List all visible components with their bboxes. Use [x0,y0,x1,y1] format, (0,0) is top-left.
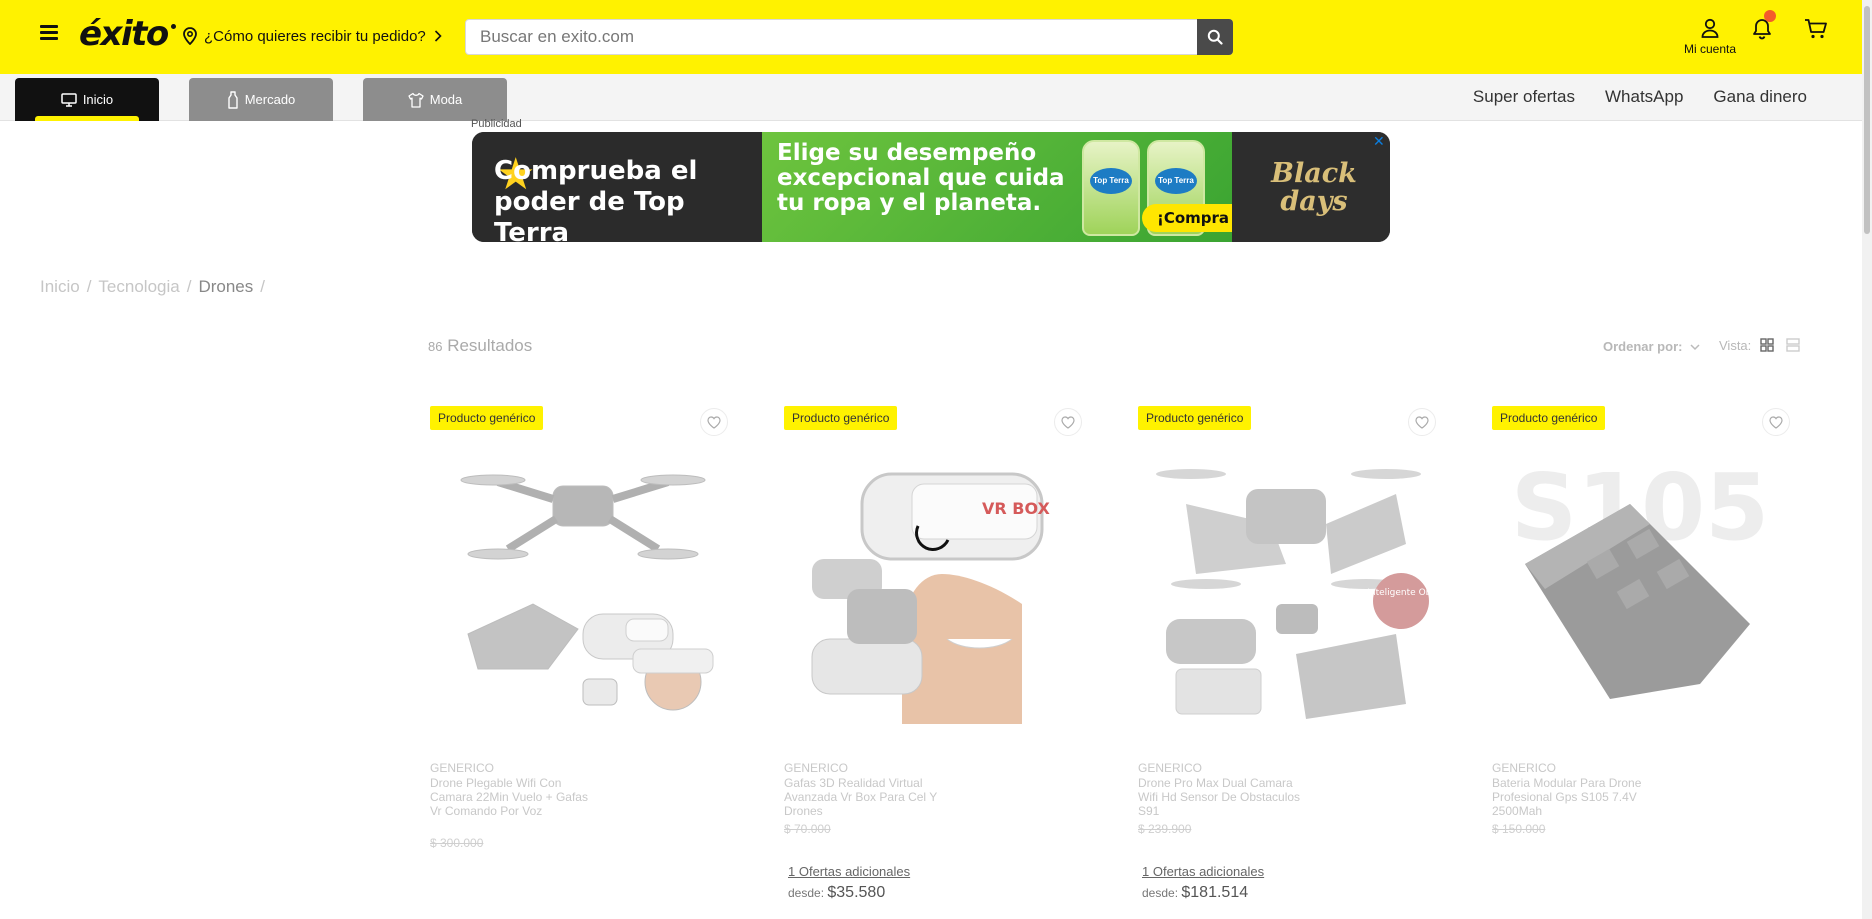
price-from-value: $35.580 [827,884,886,901]
ad-label: Publicidad [471,118,522,130]
price-from: desde: $35.580 [788,884,886,901]
product-card[interactable]: Producto genérico S105 GENERICO Bateria … [1490,404,1790,919]
account-button[interactable]: Mi cuenta [1680,18,1740,56]
tab-label: Inicio [82,92,114,107]
product-brand: GENERICO [784,761,849,775]
product-image[interactable] [438,454,728,724]
tab-label: Moda [429,92,463,107]
nav-link-super-ofertas[interactable]: Super ofertas [1473,87,1575,107]
product-image-text: VR BOX [982,499,1051,518]
delivery-selector[interactable]: ¿Cómo quieres recibir tu pedido? [182,27,448,45]
list-view-icon[interactable] [1786,338,1800,352]
chevron-right-icon [434,30,442,42]
ad-message: Elige su desempeño excepcional que cuida… [777,140,1065,216]
product-name[interactable]: Gafas 3D Realidad Virtual Avanzada Vr Bo… [784,776,954,818]
results-count: 86 Resultados [428,336,533,355]
product-badge: Producto genérico [430,406,544,430]
heart-icon [1769,415,1783,429]
product-image-badge-text: Sensor Inteligente Obstaculos [1334,588,1436,598]
product-old-price: $ 300.000 [430,836,484,850]
breadcrumb-item-tecnologia[interactable]: Tecnologia [98,277,179,296]
search-input[interactable] [466,20,1198,54]
favorite-button[interactable] [1762,408,1790,436]
logo-text: éxito [79,14,169,54]
product-badge: Producto genérico [1492,406,1606,430]
cart-button[interactable] [1804,18,1828,45]
location-pin-icon [183,27,197,45]
active-tab-indicator [35,116,139,121]
scrollbar-thumb[interactable] [1864,6,1870,234]
product-brand: GENERICO [430,761,495,775]
ad-campaign-text: Black days [1271,158,1357,217]
product-image[interactable]: Sensor Inteligente Obstaculos [1146,454,1436,724]
product-brand: GENERICO [1492,761,1557,775]
monitor-icon [61,92,77,107]
product-old-price: $ 70.000 [784,822,831,836]
product-card[interactable]: Producto genérico Sensor Inteligente Obs… [1136,404,1436,919]
tab-mercado[interactable]: Mercado [189,78,333,121]
nav-link-gana-dinero[interactable]: Gana dinero [1713,87,1807,107]
tab-label: Mercado [244,92,296,107]
tab-inicio[interactable]: Inicio [15,78,159,121]
price-from-value: $181.514 [1181,884,1249,901]
product-badge: Producto genérico [1138,406,1252,430]
product-image[interactable]: S105 [1500,454,1790,724]
grid-view-icon[interactable] [1760,338,1774,352]
ad-headline: Comprueba el poder de Top Terra [494,156,698,242]
heart-icon [1061,415,1075,429]
additional-offers-link[interactable]: 1 Ofertas adicionales [788,864,910,879]
ad-product-panel: Elige su desempeño excepcional que cuida… [762,132,1276,242]
favorite-button[interactable] [1408,408,1436,436]
nav-link-whatsapp[interactable]: WhatsApp [1605,87,1683,107]
user-icon [1701,18,1719,38]
detergent-bottle-image: Top Terra [1082,140,1140,236]
ad-banner[interactable]: ★ Comprueba el poder de Top Terra Elige … [472,132,1390,242]
sort-dropdown[interactable]: Ordenar por: [1603,339,1700,354]
menu-icon[interactable] [40,25,58,43]
chevron-down-icon [1690,344,1700,351]
price-from: desde: $181.514 [1142,884,1249,901]
favorite-button[interactable] [1054,408,1082,436]
product-brand: GENERICO [1138,761,1203,775]
favorite-button[interactable] [700,408,728,436]
search-bar [465,19,1233,55]
product-image[interactable]: VR BOX [792,454,1082,724]
product-old-price: $ 239.900 [1138,822,1192,836]
product-card[interactable]: Producto genérico VR BOX GENERICO Gafas … [782,404,1082,919]
product-old-price: $ 150.000 [1492,822,1546,836]
account-label: Mi cuenta [1683,42,1737,56]
notifications-button[interactable] [1752,10,1776,45]
breadcrumb: Inicio / Tecnologia / Drones / [40,277,265,296]
nav-links: Super ofertas WhatsApp Gana dinero [1473,87,1807,107]
bottle-icon [228,90,238,109]
breadcrumb-item-inicio[interactable]: Inicio [40,277,80,296]
view-label: Vista: [1719,338,1752,353]
breadcrumb-current: Drones [198,277,254,296]
heart-icon [707,415,721,429]
additional-offers-link[interactable]: 1 Ofertas adicionales [1142,864,1264,879]
category-nav: Inicio Mercado Moda Super ofertas WhatsA… [0,74,1862,121]
ad-close-icon[interactable]: ✕ [1373,133,1385,150]
site-header: éxito ¿Cómo quieres recibir tu pedido? M… [0,0,1862,74]
logo[interactable]: éxito [79,14,176,54]
product-badge: Producto genérico [784,406,898,430]
search-icon [1207,29,1223,45]
ad-campaign-panel: Black days [1232,132,1390,242]
product-name[interactable]: Bateria Modular Para Drone Profesional G… [1492,776,1662,818]
shirt-icon [408,92,424,108]
cart-icon [1805,19,1827,39]
tab-moda[interactable]: Moda [363,78,507,121]
ad-headline-panel: ★ Comprueba el poder de Top Terra [472,132,762,242]
notification-dot [1764,10,1776,22]
delivery-prompt: ¿Cómo quieres recibir tu pedido? [204,27,426,45]
product-card[interactable]: Producto genérico GENERICO Drone Plegabl… [428,404,728,919]
product-name[interactable]: Drone Plegable Wifi Con Camara 22Min Vue… [430,776,600,818]
search-button[interactable] [1197,19,1233,55]
heart-icon [1415,415,1429,429]
product-name[interactable]: Drone Pro Max Dual Camara Wifi Hd Sensor… [1138,776,1308,818]
